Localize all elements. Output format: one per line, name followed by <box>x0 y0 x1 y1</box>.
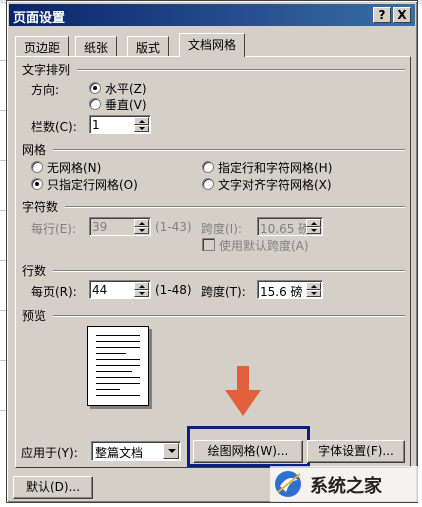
grid-group-label: 网格 <box>22 143 47 157</box>
down-arrow-annotation-icon <box>225 366 261 416</box>
spin-down-icon[interactable] <box>306 290 321 297</box>
no-grid-radio[interactable] <box>31 161 43 173</box>
drawing-grid-button[interactable]: 绘图网格(W)... <box>193 440 303 463</box>
tab-layout[interactable]: 版式 <box>127 36 170 56</box>
line-pitch-label: 跨度(T): <box>201 285 246 299</box>
watermark-logo: 系统之家 <box>270 466 422 502</box>
spin-down-icon[interactable] <box>134 290 149 297</box>
line-grid-only-label[interactable]: 只指定行网格(O) <box>47 176 138 193</box>
default-pitch-checkbox[interactable] <box>202 238 215 251</box>
font-settings-button[interactable]: 字体设置(F)... <box>307 440 405 463</box>
group-divider <box>53 315 405 317</box>
columns-value[interactable]: 1 <box>92 118 100 132</box>
line-and-char-grid-label[interactable]: 指定行和字符网格(H) <box>218 159 332 176</box>
dialog-title: 页面设置 <box>13 11 66 26</box>
group-divider <box>53 149 405 151</box>
apply-to-select[interactable]: 整篇文档 <box>91 441 181 461</box>
chars-group-label: 字符数 <box>22 200 59 214</box>
snap-to-char-grid-label[interactable]: 文字对齐字符网格(X) <box>218 176 332 193</box>
columns-spinner[interactable]: 1 <box>89 115 151 134</box>
chevron-down-icon[interactable] <box>163 443 179 459</box>
group-divider <box>65 206 405 208</box>
horizontal-radio[interactable] <box>89 82 101 94</box>
char-pitch-value[interactable]: 10.65 磅 <box>260 220 310 237</box>
tab-document-grid[interactable]: 文档网格 <box>179 33 246 57</box>
lines-per-page-spinner[interactable]: 44 <box>89 280 151 299</box>
default-button[interactable]: 默认(D)... <box>13 476 93 499</box>
no-grid-label[interactable]: 无网格(N) <box>47 159 101 176</box>
horizontal-radio-label[interactable]: 水平(Z) <box>105 80 147 97</box>
chars-per-line-spinner[interactable]: 39 <box>89 217 151 236</box>
spin-up-icon[interactable] <box>306 282 321 290</box>
spin-up-icon[interactable] <box>134 219 149 227</box>
vertical-radio[interactable] <box>89 98 101 110</box>
preview-group-label: 预览 <box>22 309 47 323</box>
line-and-char-grid-radio[interactable] <box>202 161 214 173</box>
apply-to-value[interactable]: 整篇文档 <box>95 444 143 461</box>
spin-up-icon[interactable] <box>306 219 321 227</box>
chars-range: (1-43) <box>155 220 192 234</box>
default-pitch-label[interactable]: 使用默认跨度(A) <box>219 237 309 254</box>
line-pitch-value[interactable]: 15.6 磅 <box>260 283 303 300</box>
text-direction-group-label: 文字排列 <box>22 63 71 77</box>
line-grid-only-radio[interactable] <box>31 178 43 190</box>
apply-to-label: 应用于(Y): <box>21 446 78 460</box>
help-button[interactable]: ? <box>373 7 391 23</box>
preview-page-thumbnail <box>87 326 149 406</box>
lines-per-page-label: 每页(R): <box>31 285 77 299</box>
tab-margins[interactable]: 页边距 <box>15 36 70 56</box>
chars-per-line-value[interactable]: 39 <box>92 220 107 234</box>
lines-range: (1-48) <box>155 283 192 297</box>
spin-up-icon[interactable] <box>134 282 149 290</box>
direction-label: 方向: <box>31 83 60 97</box>
spin-down-icon[interactable] <box>134 227 149 234</box>
chars-per-line-label: 每行(E): <box>31 222 76 236</box>
title-bar: 页面设置 ? X <box>9 4 415 26</box>
close-button[interactable]: X <box>393 7 411 23</box>
tab-paper[interactable]: 纸张 <box>75 36 118 56</box>
page-setup-dialog: 页面设置 ? X 页边距 纸张 版式 文档网格 文字排列 方向: 水平(Z) 垂… <box>6 0 418 503</box>
columns-label: 栏数(C): <box>31 120 77 134</box>
group-divider <box>77 69 405 71</box>
lines-group-label: 行数 <box>22 264 47 278</box>
lines-per-page-value[interactable]: 44 <box>92 283 107 297</box>
snap-to-char-grid-radio[interactable] <box>202 178 214 190</box>
spin-up-icon[interactable] <box>134 117 149 125</box>
spin-down-icon[interactable] <box>134 125 149 132</box>
char-pitch-spinner[interactable]: 10.65 磅 <box>257 217 323 236</box>
spin-down-icon[interactable] <box>306 227 321 234</box>
vertical-radio-label[interactable]: 垂直(V) <box>105 96 147 113</box>
group-divider <box>53 270 405 272</box>
line-pitch-spinner[interactable]: 15.6 磅 <box>257 280 323 299</box>
watermark-text: 系统之家 <box>310 476 382 497</box>
char-pitch-label: 跨度(I): <box>201 222 242 236</box>
